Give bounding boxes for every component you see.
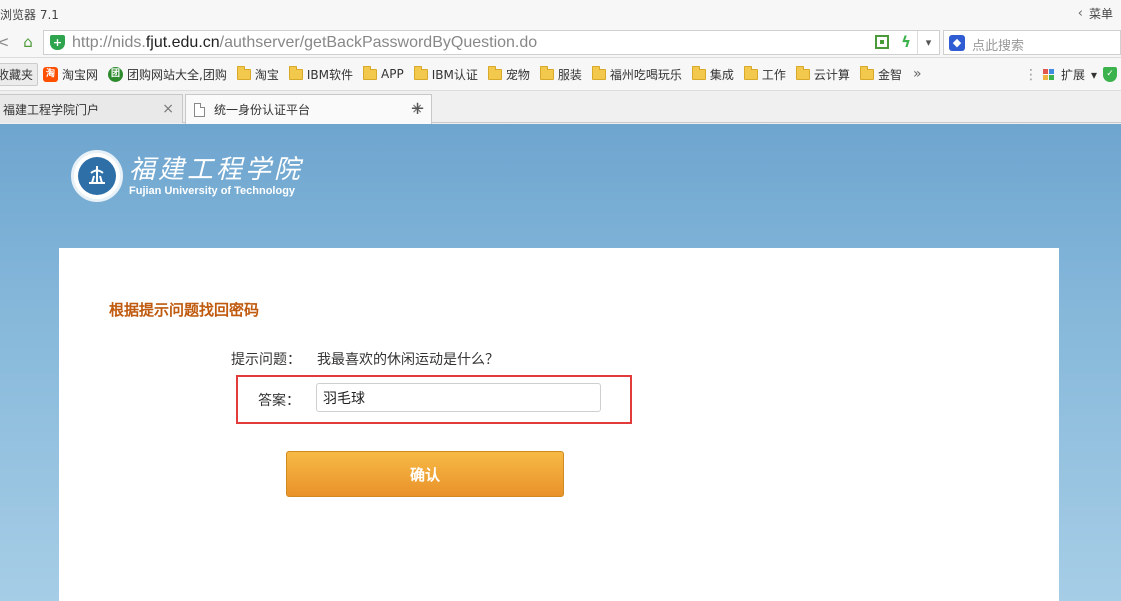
new-tab-icon[interactable]: + (410, 98, 425, 119)
close-icon[interactable]: × (162, 101, 174, 117)
question-text: 我最喜欢的休闲运动是什么？ (317, 352, 499, 368)
school-logo[interactable]: 福建工程学院 Fujian University of Technology (71, 150, 303, 202)
folder-icon (487, 65, 502, 80)
folder-icon (539, 65, 554, 80)
tuangou-icon: 团 (108, 66, 124, 82)
tab-auth-platform[interactable]: 统一身份认证平台 × (185, 94, 432, 124)
bookmark-folder[interactable]: 集成 (687, 65, 739, 83)
folder-icon (743, 65, 758, 80)
folder-icon (691, 65, 706, 80)
school-name: 福建工程学院 Fujian University of Technology (129, 155, 303, 197)
chevron-left-icon: ‹ (1077, 6, 1083, 21)
folder-icon (363, 65, 378, 80)
search-placeholder: 点此搜索 (972, 39, 1025, 54)
school-name-cn: 福建工程学院 (129, 155, 304, 185)
bookmark-favorites[interactable]: 收藏夹 (0, 62, 39, 86)
bookmark-folder[interactable]: 淘宝 (232, 65, 284, 83)
page-content: 福建工程学院 Fujian University of Technology 根… (0, 124, 1121, 601)
qr-code-icon[interactable] (875, 35, 889, 49)
school-name-en: Fujian University of Technology (129, 185, 296, 197)
url-field[interactable]: + http://nids.fjut.edu.cn/authserver/get… (43, 30, 940, 55)
browser-menu-button[interactable]: ‹ 菜单 (1078, 5, 1113, 22)
folder-icon (859, 65, 874, 80)
separator-dots-icon: ⋮ (1023, 66, 1038, 83)
bookmark-folder[interactable]: IBM认证 (409, 65, 483, 83)
folder-icon (288, 65, 303, 80)
bookmark-taobao-site[interactable]: 淘淘宝网 (38, 66, 103, 83)
bookmark-folder[interactable]: 金智 (855, 65, 907, 83)
confirm-button[interactable]: 确认 (286, 451, 564, 497)
recovery-panel: 根据提示问题找回密码 提示问题： 我最喜欢的休闲运动是什么？ 答案： 确认 (59, 248, 1059, 601)
security-shield-icon: + (50, 35, 65, 50)
answer-label: 答案： (258, 393, 300, 409)
search-field[interactable]: ◆ 点此搜索 (943, 30, 1121, 55)
security-extension-icon[interactable]: ✓ (1103, 67, 1117, 82)
extensions-area: ⋮ 扩展 ▾ ✓ (1024, 58, 1121, 91)
folder-icon (413, 65, 428, 80)
folder-icon (236, 65, 251, 80)
extensions-dropdown-icon[interactable]: ▾ (1091, 68, 1097, 82)
bookmarks-more-icon[interactable]: » (907, 66, 928, 82)
baidu-paw-icon[interactable]: ◆ (949, 35, 965, 51)
bookmark-folder[interactable]: 工作 (739, 65, 791, 83)
tab-label: 统一身份认证平台 (214, 103, 311, 117)
school-seal-icon (71, 150, 123, 202)
tab-portal[interactable]: 福建工程学院门户 × (0, 94, 183, 123)
folder-icon (591, 65, 606, 80)
back-icon[interactable]: < (0, 33, 12, 51)
tab-label: 福建工程学院门户 (3, 102, 100, 117)
tab-bar: 福建工程学院门户 × 统一身份认证平台 × + (0, 91, 1121, 124)
bookmark-folder[interactable]: 宠物 (483, 65, 535, 83)
extensions-label[interactable]: 扩展 (1061, 66, 1085, 83)
bookmarks-bar: 收藏夹 淘淘宝网 团团购网站大全,团购 淘宝 IBM软件 APP IBM认证 宠… (0, 58, 1121, 91)
bookmark-folder[interactable]: 云计算 (791, 65, 855, 83)
answer-input[interactable] (316, 383, 601, 412)
question-label: 提示问题： (231, 352, 301, 368)
address-bar: < ⌂ + http://nids.fjut.edu.cn/authserver… (0, 27, 1121, 58)
bookmark-folder[interactable]: 福州吃喝玩乐 (587, 65, 687, 83)
bookmark-tuangou[interactable]: 团团购网站大全,团购 (103, 66, 232, 83)
browser-menu-label: 菜单 (1088, 7, 1113, 21)
extensions-grid-icon (1042, 68, 1055, 81)
page-icon (194, 102, 205, 117)
bookmark-folder[interactable]: IBM软件 (284, 65, 358, 83)
url-text[interactable]: http://nids.fjut.edu.cn/authserver/getBa… (72, 34, 537, 52)
folder-icon (795, 65, 810, 80)
url-dropdown-icon[interactable]: ▾ (917, 31, 939, 54)
taobao-icon: 淘 (43, 66, 59, 82)
bookmark-folder[interactable]: 服装 (535, 65, 587, 83)
browser-title: 浏览器 7.1 (0, 8, 59, 22)
bookmark-folder[interactable]: APP (358, 65, 409, 81)
browser-titlebar: 浏览器 7.1 ‹ 菜单 (0, 0, 1121, 27)
lightning-icon[interactable]: ϟ (901, 33, 911, 51)
home-icon[interactable]: ⌂ (19, 33, 37, 51)
page-heading: 根据提示问题找回密码 (109, 301, 260, 319)
